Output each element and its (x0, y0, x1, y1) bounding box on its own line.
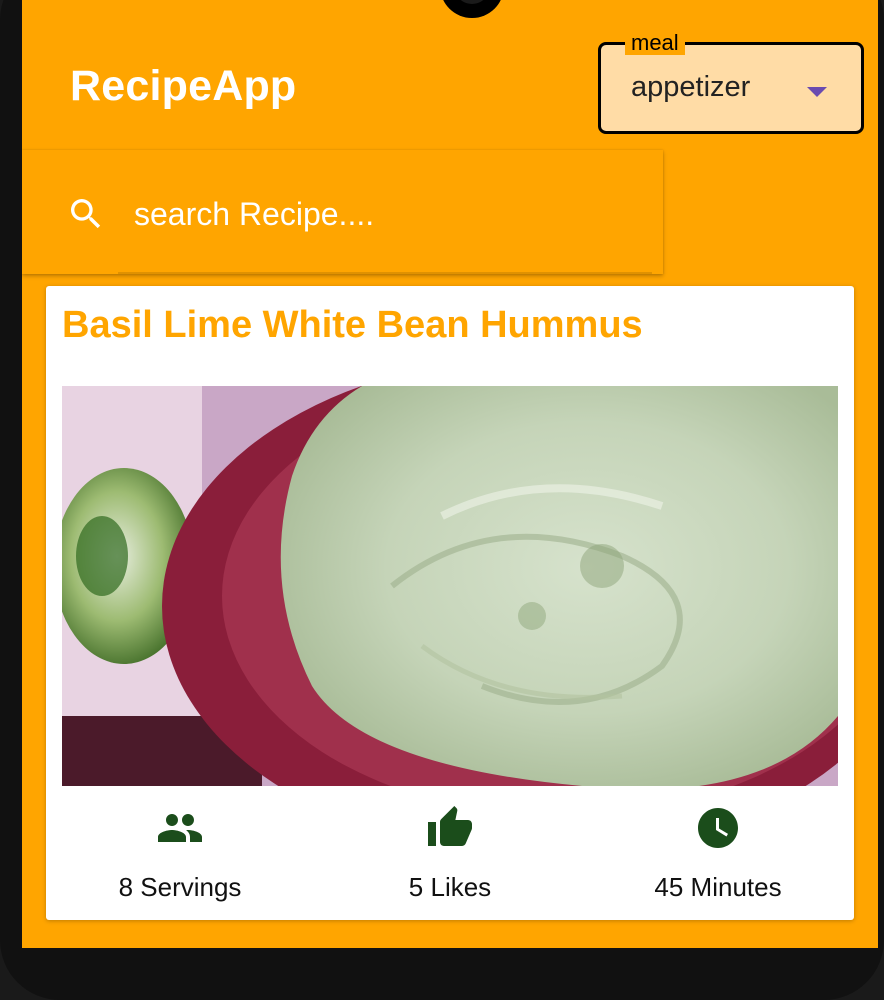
meal-select-label: meal (625, 31, 685, 55)
recipe-image (62, 386, 838, 786)
search-icon[interactable] (66, 194, 106, 234)
app-title: RecipeApp (70, 62, 297, 110)
servings-label: 8 Servings (118, 872, 242, 902)
arrow-drop-down-icon[interactable] (807, 87, 827, 97)
front-camera (440, 0, 504, 18)
likes-stat[interactable]: 5 Likes (330, 804, 570, 903)
thumb-up-icon[interactable] (426, 804, 474, 852)
app-screen: RecipeApp meal appetizer Basil Lime Whit… (22, 0, 878, 948)
search-input[interactable] (134, 190, 634, 238)
search-bar (22, 150, 663, 274)
clock-icon (698, 808, 738, 848)
people-icon (158, 814, 202, 842)
recipe-card[interactable]: Basil Lime White Bean Hummus 8 Servings … (46, 286, 854, 920)
meal-select-value: appetizer (631, 71, 751, 103)
likes-label: 5 Likes (408, 872, 492, 902)
search-underline (118, 272, 652, 274)
recipe-title: Basil Lime White Bean Hummus (62, 304, 643, 346)
meal-select[interactable]: meal appetizer (598, 31, 864, 134)
servings-stat: 8 Servings (60, 804, 300, 903)
time-label: 45 Minutes (654, 872, 782, 902)
time-stat: 45 Minutes (598, 804, 838, 903)
